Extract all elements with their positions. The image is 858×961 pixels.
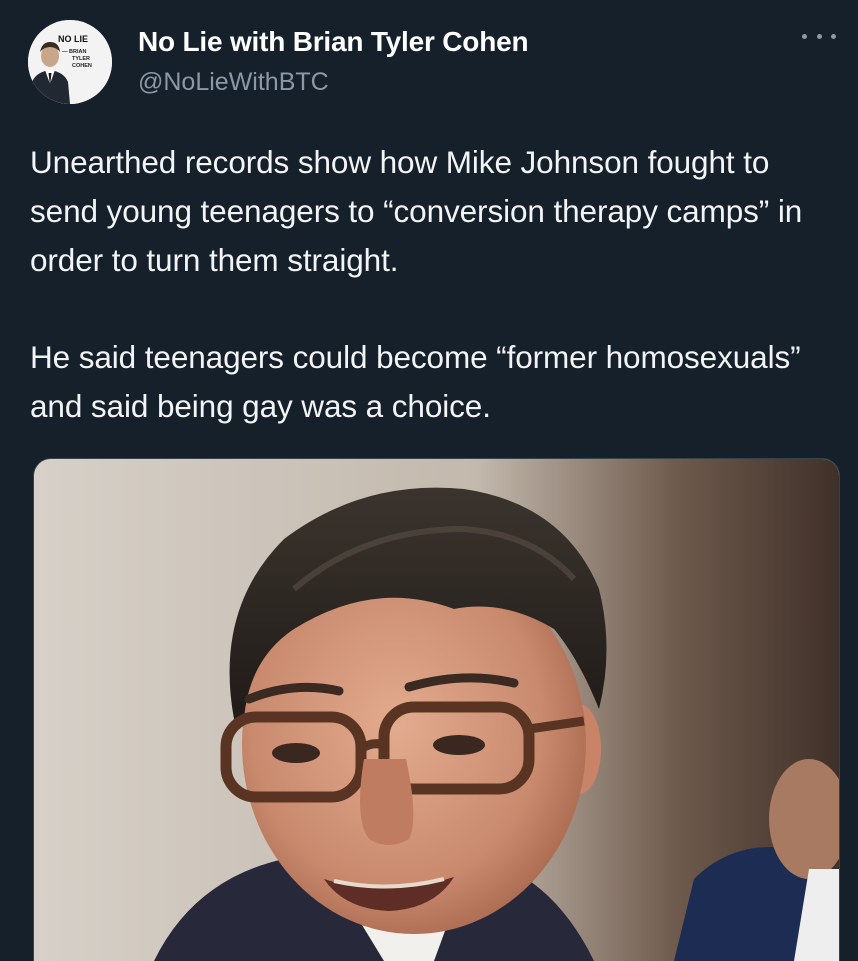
avatar-logo-line-4: COHEN xyxy=(72,63,92,69)
tweet-paragraph-2: He said teenagers could become “former h… xyxy=(30,339,801,424)
tweet-paragraph-1: Unearthed records show how Mike Johnson … xyxy=(30,144,803,278)
photo-portrait-illustration xyxy=(34,459,839,961)
author-handle[interactable]: @NoLieWithBTC xyxy=(138,68,329,97)
tweet-text: Unearthed records show how Mike Johnson … xyxy=(30,138,830,431)
dot xyxy=(816,33,822,39)
author-avatar[interactable]: NO LIE — BRIAN TYLER COHEN xyxy=(28,20,112,104)
avatar-logo-line-3: TYLER xyxy=(72,56,90,62)
author-display-name[interactable]: No Lie with Brian Tyler Cohen xyxy=(138,26,529,58)
dot xyxy=(831,33,836,39)
tweet-photo[interactable] xyxy=(33,458,840,961)
more-horizontal-icon[interactable] xyxy=(802,22,836,50)
avatar-logo-line-1: NO LIE xyxy=(58,34,88,44)
tweet-card[interactable]: NO LIE — BRIAN TYLER COHEN No Lie with B… xyxy=(0,0,858,961)
dot xyxy=(802,33,807,39)
avatar-logo-line-2: — BRIAN xyxy=(62,49,86,55)
